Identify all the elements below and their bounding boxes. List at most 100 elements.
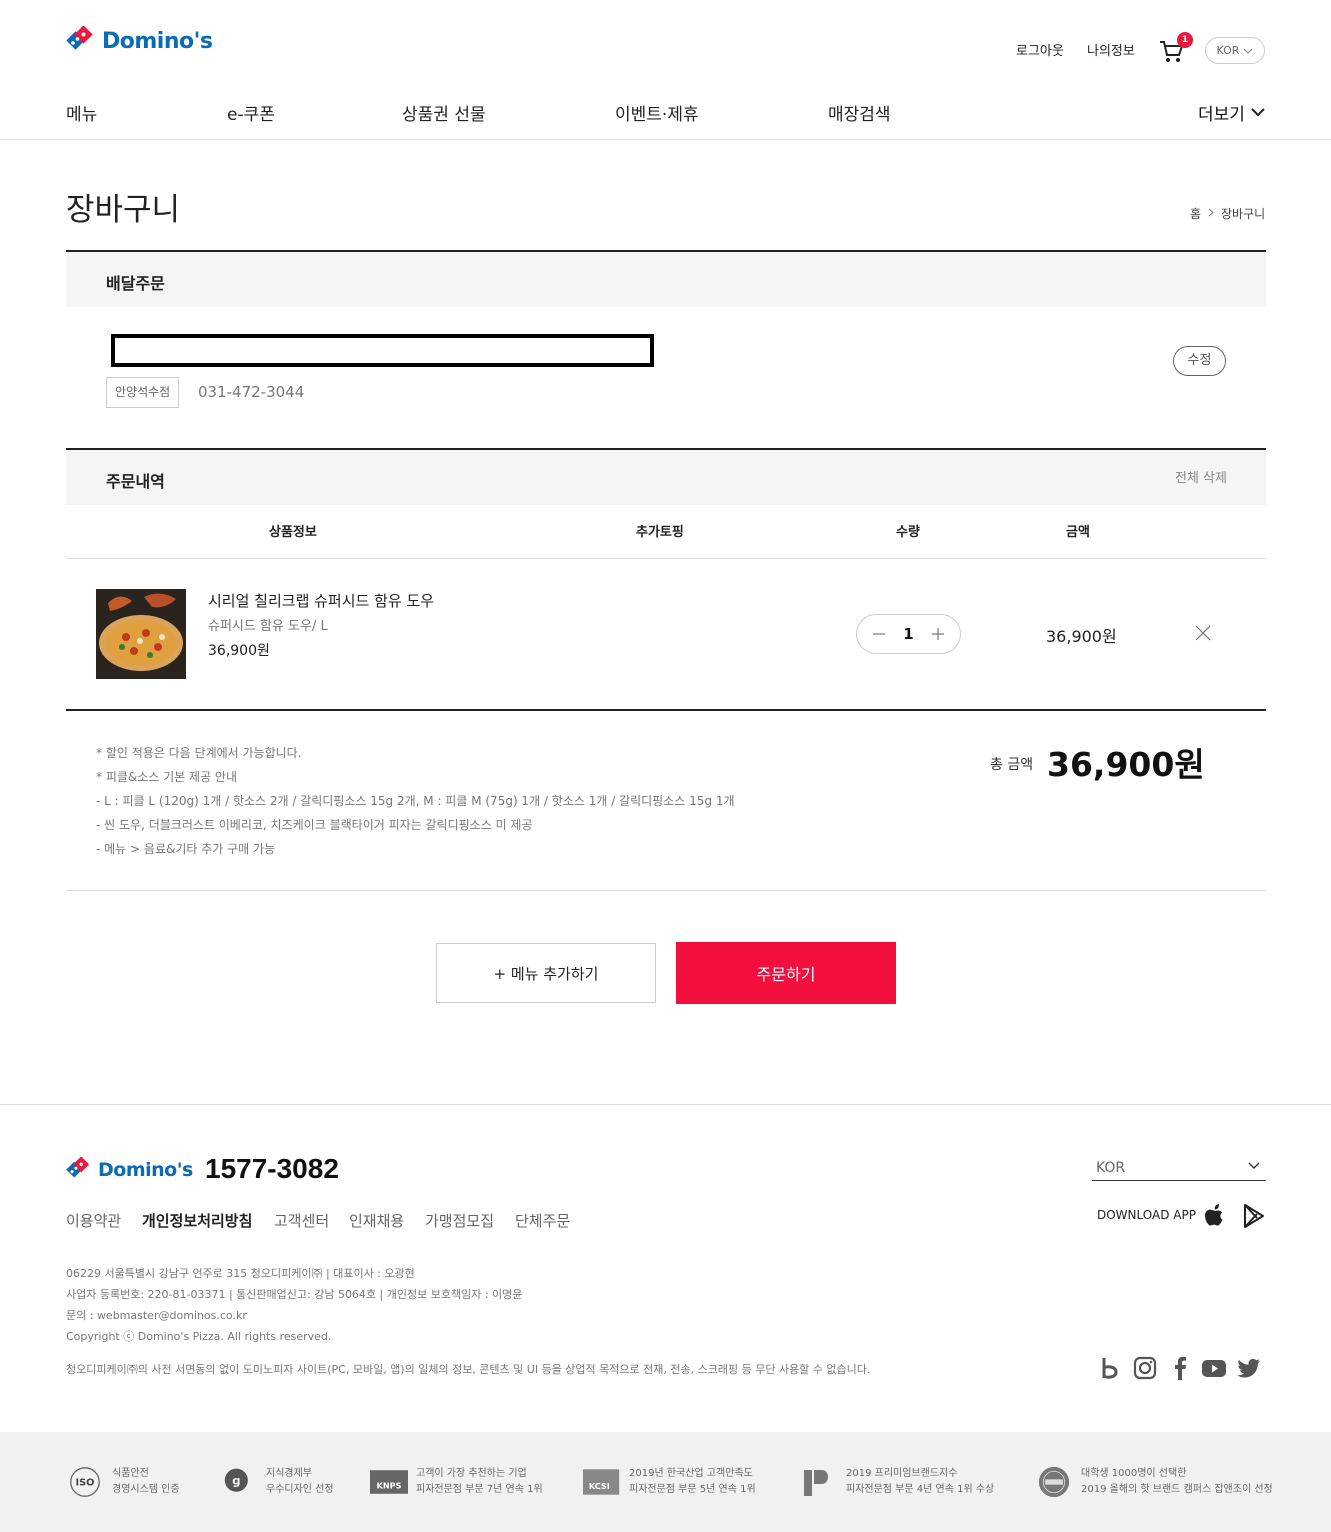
footer-logo[interactable]: Domino's [66, 1157, 193, 1183]
column-quantity: 수량 [896, 525, 920, 540]
svg-text:KNPS: KNPS [377, 1480, 402, 1490]
nav-menu[interactable]: 메뉴 [66, 100, 97, 125]
delivery-section-header: 배달주문 [66, 252, 1266, 307]
column-extra-topping: 추가토핑 [636, 525, 684, 540]
dominos-logo[interactable]: Domino's [66, 26, 213, 56]
note-line: * 피클&소스 기본 제공 안내 [96, 770, 238, 784]
footer-logo-wordmark: Domino's [98, 1159, 193, 1181]
footer-registration: 사업자 등록번호: 220-81-03371 | 통신판매업신고: 강남 506… [66, 1288, 523, 1301]
knps-badge-icon: KNPS [370, 1470, 408, 1494]
column-product-info: 상품정보 [269, 525, 317, 540]
youtube-icon[interactable] [1202, 1356, 1226, 1380]
language-value: KOR [1216, 44, 1240, 57]
note-line: - L : 피클 L (120g) 1개 / 핫소스 2개 / 갈릭디핑소스 1… [96, 794, 735, 808]
award-line: 대학생 1000명이 선택한 [1081, 1468, 1187, 1479]
footer-link-privacy[interactable]: 개인정보처리방침 [142, 1210, 252, 1231]
nav-more[interactable]: 더보기 [1198, 100, 1265, 125]
svg-text:ISO: ISO [76, 1478, 95, 1489]
facebook-icon[interactable] [1168, 1356, 1192, 1380]
award-line: 지식경제부 [266, 1468, 312, 1479]
apple-icon[interactable] [1203, 1203, 1225, 1227]
cart-count-badge: 1 [1177, 32, 1193, 48]
logo-wordmark: Domino's [102, 28, 213, 54]
column-amount: 금액 [1066, 525, 1090, 540]
breadcrumb-home[interactable]: 홈 [1190, 205, 1201, 222]
footer-link-careers[interactable]: 인재채용 [349, 1210, 404, 1231]
google-play-icon[interactable] [1242, 1204, 1266, 1228]
my-info-link[interactable]: 나의정보 [1087, 40, 1135, 59]
award-line: 피자전문점 부문 5년 연속 1위 [629, 1484, 756, 1495]
plus-icon[interactable] [930, 627, 946, 641]
award-kcsi: KCSI 2019년 한국산업 고객만족도 피자전문점 부문 5년 연속 1위 [583, 1466, 756, 1498]
award-line: 고객이 가장 추천하는 기업 [416, 1468, 527, 1479]
premium-brand-icon [804, 1470, 828, 1496]
item-option: 슈퍼시드 함유 도우/ L [208, 619, 328, 634]
nav-more-label: 더보기 [1198, 105, 1245, 125]
item-amount: 36,900원 [1046, 627, 1117, 646]
blog-icon[interactable] [1098, 1356, 1122, 1380]
footer-link-support[interactable]: 고객센터 [274, 1210, 329, 1231]
total-label: 총 금액 [990, 757, 1034, 773]
delete-all-button[interactable]: 전체 삭제 [1175, 467, 1227, 486]
award-line: 우수디자인 선정 [266, 1484, 334, 1495]
nav-events[interactable]: 이벤트·제휴 [615, 100, 699, 125]
item-name: 시리얼 칠리크랩 슈퍼시드 함유 도우 [208, 592, 435, 610]
chevron-down-icon [1251, 108, 1265, 117]
domino-tile-icon [66, 1157, 90, 1178]
award-line: 2019 프리미엄브랜드지수 [846, 1468, 958, 1479]
order-section-header: 주문내역 [66, 450, 1266, 505]
footer-link-group-order[interactable]: 단체주문 [515, 1210, 570, 1231]
svg-text:KCSI: KCSI [589, 1481, 610, 1491]
award-design: g 지식경제부 우수디자인 선정 [220, 1466, 334, 1498]
customer-phone: 1577-3082 [205, 1153, 339, 1184]
campus-brand-seal-icon [1038, 1466, 1070, 1498]
award-line: 피자전문점 부문 4년 연속 1위 수상 [846, 1484, 995, 1495]
footer-link-franchise[interactable]: 가맹점모집 [425, 1210, 494, 1231]
header-divider [0, 139, 1331, 140]
quantity-stepper: 1 [856, 614, 961, 654]
footer-address: 06229 서울특별시 강남구 언주로 315 청오디피케이㈜ | 대표이사 :… [66, 1267, 415, 1280]
award-line: 경영시스템 인증 [112, 1484, 180, 1495]
store-phone: 031-472-3044 [198, 383, 305, 401]
award-premium-brand: 2019 프리미엄브랜드지수 피자전문점 부문 4년 연속 1위 수상 [800, 1466, 994, 1498]
svg-text:g: g [232, 1474, 240, 1488]
total-value: 36,900원 [1047, 745, 1205, 784]
note-line: * 할인 적용은 다음 단계에서 가능합니다. [96, 746, 302, 760]
iso-badge-icon: ISO [70, 1467, 100, 1497]
minus-icon[interactable] [871, 627, 887, 641]
kcsi-badge-icon: KCSI [583, 1469, 620, 1495]
instagram-icon[interactable] [1133, 1356, 1157, 1380]
order-button[interactable]: 주문하기 [676, 942, 896, 1004]
nav-store-search[interactable]: 매장검색 [828, 100, 891, 125]
logout-link[interactable]: 로그아웃 [1016, 40, 1064, 59]
award-line: 식품안전 [112, 1468, 149, 1479]
add-menu-button[interactable]: + 메뉴 추가하기 [436, 943, 656, 1003]
section-divider [66, 709, 1266, 711]
summary-divider [66, 890, 1266, 891]
page-title: 장바구니 [66, 192, 181, 228]
chevron-down-icon [1244, 48, 1253, 54]
redacted-address [111, 334, 654, 367]
store-badge: 안양석수점 [106, 377, 180, 408]
note-line: - 씬 도우, 더블크러스트 이베리코, 치즈케이크 블랙타이거 피자는 갈릭디… [96, 818, 533, 832]
award-iso: ISO 식품안전 경영시스템 인증 [66, 1466, 180, 1498]
footer-language-select[interactable]: KOR [1092, 1160, 1266, 1181]
nav-ecoupon[interactable]: e-쿠폰 [227, 100, 275, 125]
domino-tile-icon [66, 26, 93, 50]
delivery-section-title: 배달주문 [106, 274, 165, 293]
award-line: 2019년 한국산업 고객만족도 [629, 1468, 753, 1479]
edit-address-button[interactable]: 수정 [1173, 346, 1226, 376]
pizza-image [96, 589, 186, 679]
footer-copyright: Copyright ⓒ Domino's Pizza. All rights r… [66, 1330, 332, 1343]
language-select[interactable]: KOR [1205, 37, 1265, 64]
award-line: 피자전문점 부문 7년 연속 1위 [416, 1484, 543, 1495]
footer-link-terms[interactable]: 이용약관 [66, 1210, 121, 1231]
breadcrumb-separator-icon [1208, 208, 1214, 217]
footer-disclaimer: 청오디피케이㈜의 사전 서면동의 없이 도미노피자 사이트(PC, 모바일, 앱… [66, 1363, 871, 1376]
nav-gift-card[interactable]: 상품권 선물 [402, 100, 486, 125]
footer-contact: 문의 : webmaster@dominos.co.kr [66, 1309, 247, 1322]
close-icon[interactable] [1194, 624, 1212, 642]
table-header-divider [66, 558, 1266, 559]
chevron-down-icon [1248, 1162, 1260, 1169]
twitter-icon[interactable] [1237, 1356, 1261, 1380]
